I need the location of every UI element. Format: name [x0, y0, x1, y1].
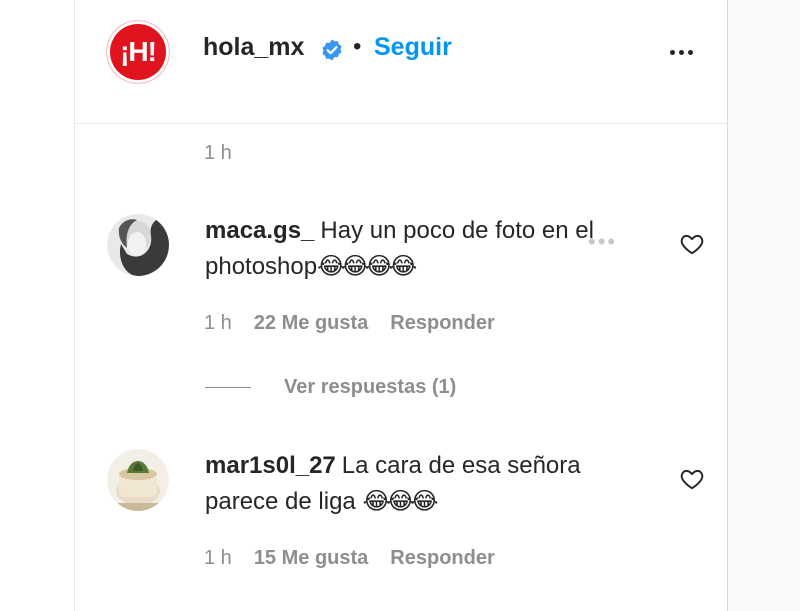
- comment-emoji: 😂😂😂: [362, 488, 438, 515]
- post-timestamp: 1 h: [204, 142, 232, 164]
- avatar-photo: [107, 449, 169, 511]
- comment-likes[interactable]: 15 Me gusta: [254, 547, 368, 569]
- comment-time: 1 h: [204, 547, 232, 569]
- reply-button[interactable]: Responder: [390, 312, 494, 334]
- verified-badge-icon: [322, 39, 342, 61]
- commenter-avatar[interactable]: [107, 214, 169, 276]
- post-header: ¡H! hola_mx • Seguir: [75, 0, 727, 124]
- account-avatar[interactable]: ¡H!: [107, 21, 169, 83]
- comment-username[interactable]: maca.gs_: [205, 217, 314, 244]
- logo-text: ¡H!: [120, 36, 157, 67]
- right-gutter: [728, 0, 800, 611]
- follow-button[interactable]: Seguir: [374, 33, 452, 62]
- avatar-photo: [107, 214, 169, 276]
- comment-likes[interactable]: 22 Me gusta: [254, 312, 368, 334]
- comment-time: 1 h: [204, 312, 232, 334]
- commenter-avatar[interactable]: [107, 449, 169, 511]
- account-username[interactable]: hola_mx: [203, 33, 304, 62]
- comment-emoji: 😂😂😂😂: [317, 253, 417, 280]
- more-options-icon[interactable]: [663, 38, 699, 66]
- reply-button[interactable]: Responder: [390, 547, 494, 569]
- comment-meta: 1 h 15 Me gusta Responder: [204, 547, 517, 570]
- comment-username[interactable]: mar1s0l_27: [205, 452, 336, 479]
- post-panel: ¡H! hola_mx • Seguir 1 h maca.gs_ Hay un …: [74, 0, 728, 611]
- comment-options-icon[interactable]: •••: [588, 229, 617, 255]
- comment-body: mar1s0l_27 La cara de esa señora parece d…: [205, 448, 645, 520]
- comment-meta: 1 h 22 Me gusta Responder: [204, 312, 517, 335]
- view-replies-label: Ver respuestas (1): [284, 376, 457, 398]
- heart-outline-icon[interactable]: [679, 466, 705, 492]
- heart-outline-icon[interactable]: [679, 231, 705, 257]
- header-separator: •: [353, 33, 362, 60]
- view-replies-button[interactable]: Ver respuestas (1): [205, 376, 456, 399]
- comment-body: maca.gs_ Hay un poco de foto en el photos…: [205, 213, 645, 285]
- replies-divider: [205, 387, 251, 388]
- left-gutter: [0, 0, 74, 611]
